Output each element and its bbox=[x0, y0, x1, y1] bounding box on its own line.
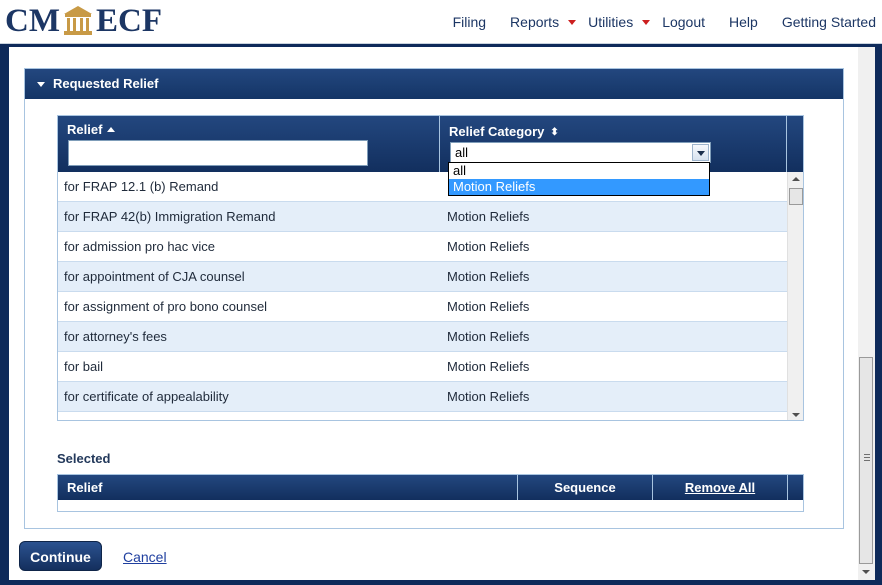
cancel-link[interactable]: Cancel bbox=[123, 549, 167, 565]
sort-toggle-icon: ⬍ bbox=[550, 127, 559, 138]
panel-header[interactable]: Requested Relief bbox=[25, 69, 843, 99]
column-relief-label: Relief bbox=[67, 122, 103, 137]
panel-title: Requested Relief bbox=[53, 76, 159, 91]
nav-utilities-label: Utilities bbox=[588, 14, 634, 30]
table-row[interactable]: for appointment of CJA counsel Motion Rel… bbox=[58, 262, 787, 292]
nav-getting-started-label: Getting Started bbox=[781, 14, 876, 30]
relief-cell: for bail bbox=[64, 359, 104, 374]
selected-col-relief: Relief bbox=[58, 475, 518, 500]
table-row[interactable]: for certificate of appealability Motion R… bbox=[58, 382, 787, 412]
selected-grid-header: Relief Sequence Remove All bbox=[58, 475, 803, 500]
relief-cell: for attorney's fees bbox=[64, 329, 167, 344]
selected-grid: Relief Sequence Remove All bbox=[57, 474, 804, 512]
top-header: CM ECF Filing Reports Utilities Logout He… bbox=[0, 0, 882, 44]
main-content: Requested Relief Relief Relief Category ⬍… bbox=[9, 47, 875, 580]
header-scroll-spacer bbox=[787, 116, 803, 172]
scroll-down-arrow-icon[interactable] bbox=[792, 413, 800, 417]
table-row[interactable]: for admission pro hac vice Motion Reliefs bbox=[58, 232, 787, 262]
cmecf-logo[interactable]: CM ECF bbox=[5, 3, 162, 39]
relief-cell: for admission pro hac vice bbox=[64, 239, 216, 254]
column-relief: Relief bbox=[58, 116, 440, 172]
category-cell: Motion Reliefs bbox=[447, 269, 530, 284]
main-nav: Filing Reports Utilities Logout Help Get… bbox=[429, 12, 876, 32]
table-row[interactable]: for assignment of pro bono counsel Motion… bbox=[58, 292, 787, 322]
relief-cell: for FRAP 42(b) Immigration Remand bbox=[64, 209, 276, 224]
grid-scrollbar[interactable] bbox=[787, 172, 803, 420]
category-cell: Motion Reliefs bbox=[447, 239, 530, 254]
column-category-title[interactable]: Relief Category ⬍ bbox=[449, 124, 559, 139]
relief-cell: for ... bbox=[64, 412, 94, 420]
category-cell: Motion Reliefs bbox=[447, 359, 530, 374]
table-row[interactable]: for attorney's fees Motion Reliefs bbox=[58, 322, 787, 352]
table-row[interactable]: for ... Motion Reliefs bbox=[58, 412, 787, 420]
relief-rows: for FRAP 12.1 (b) Remand Motion Reliefs f… bbox=[58, 172, 787, 420]
logo-text-left: CM bbox=[5, 3, 60, 39]
scroll-up-arrow-icon[interactable] bbox=[792, 177, 800, 181]
category-cell: Motion Reliefs bbox=[447, 412, 529, 420]
selected-col-sequence: Sequence bbox=[518, 475, 653, 500]
relief-cell: for certificate of appealability bbox=[64, 389, 229, 404]
collapse-triangle-icon[interactable] bbox=[37, 82, 45, 87]
nav-reports-label: Reports bbox=[510, 14, 560, 30]
relief-cell: for appointment of CJA counsel bbox=[64, 269, 245, 284]
table-row[interactable]: for FRAP 42(b) Immigration Remand Motion … bbox=[58, 202, 787, 232]
dropdown-arrow-icon[interactable] bbox=[692, 144, 709, 161]
logo-text-right: ECF bbox=[95, 3, 162, 39]
nav-logout[interactable]: Logout bbox=[662, 14, 705, 30]
nav-reports[interactable]: Reports bbox=[510, 14, 577, 30]
nav-help[interactable]: Help bbox=[729, 14, 758, 30]
page-scrollbar[interactable] bbox=[858, 47, 875, 580]
category-cell: Motion Reliefs bbox=[447, 209, 530, 224]
category-cell: Motion Reliefs bbox=[447, 299, 530, 314]
category-cell: Motion Reliefs bbox=[447, 329, 530, 344]
relief-grid: Relief Relief Category ⬍ all for FRAP 12.… bbox=[57, 115, 804, 421]
remove-all-link[interactable]: Remove All bbox=[653, 475, 788, 500]
sort-ascending-icon bbox=[107, 127, 116, 132]
scroll-down-arrow-icon[interactable] bbox=[862, 570, 870, 574]
dropdown-option[interactable]: all bbox=[449, 163, 709, 179]
category-cell: Motion Reliefs bbox=[447, 389, 530, 404]
selected-section-title: Selected bbox=[57, 451, 111, 466]
continue-button[interactable]: Continue bbox=[19, 541, 102, 571]
nav-getting-started[interactable]: Getting Started bbox=[782, 14, 876, 30]
nav-help-label: Help bbox=[729, 14, 758, 30]
dropdown-option[interactable]: Motion Reliefs bbox=[449, 179, 709, 195]
nav-logout-label: Logout bbox=[662, 14, 706, 30]
table-row[interactable]: for bail Motion Reliefs bbox=[58, 352, 787, 382]
nav-filing-label: Filing bbox=[452, 14, 487, 30]
requested-relief-panel: Requested Relief Relief Relief Category ⬍… bbox=[24, 68, 844, 529]
category-select-value: all bbox=[455, 145, 469, 160]
caret-down-icon bbox=[568, 19, 577, 25]
nav-filing[interactable]: Filing bbox=[453, 14, 486, 30]
caret-down-icon bbox=[642, 19, 651, 25]
nav-utilities[interactable]: Utilities bbox=[588, 14, 651, 30]
scroll-thumb[interactable] bbox=[789, 188, 803, 205]
scroll-grip-icon bbox=[864, 454, 870, 461]
category-select[interactable]: all bbox=[450, 142, 711, 163]
column-relief-title[interactable]: Relief bbox=[67, 122, 116, 137]
category-dropdown-list[interactable]: all Motion Reliefs bbox=[448, 162, 710, 196]
relief-filter-input[interactable] bbox=[68, 140, 368, 166]
column-category-label: Relief Category bbox=[449, 124, 545, 139]
courthouse-pillars-icon bbox=[61, 3, 95, 37]
relief-cell: for FRAP 12.1 (b) Remand bbox=[64, 179, 219, 194]
page-scroll-thumb[interactable] bbox=[859, 357, 873, 564]
relief-cell: for assignment of pro bono counsel bbox=[64, 299, 268, 314]
